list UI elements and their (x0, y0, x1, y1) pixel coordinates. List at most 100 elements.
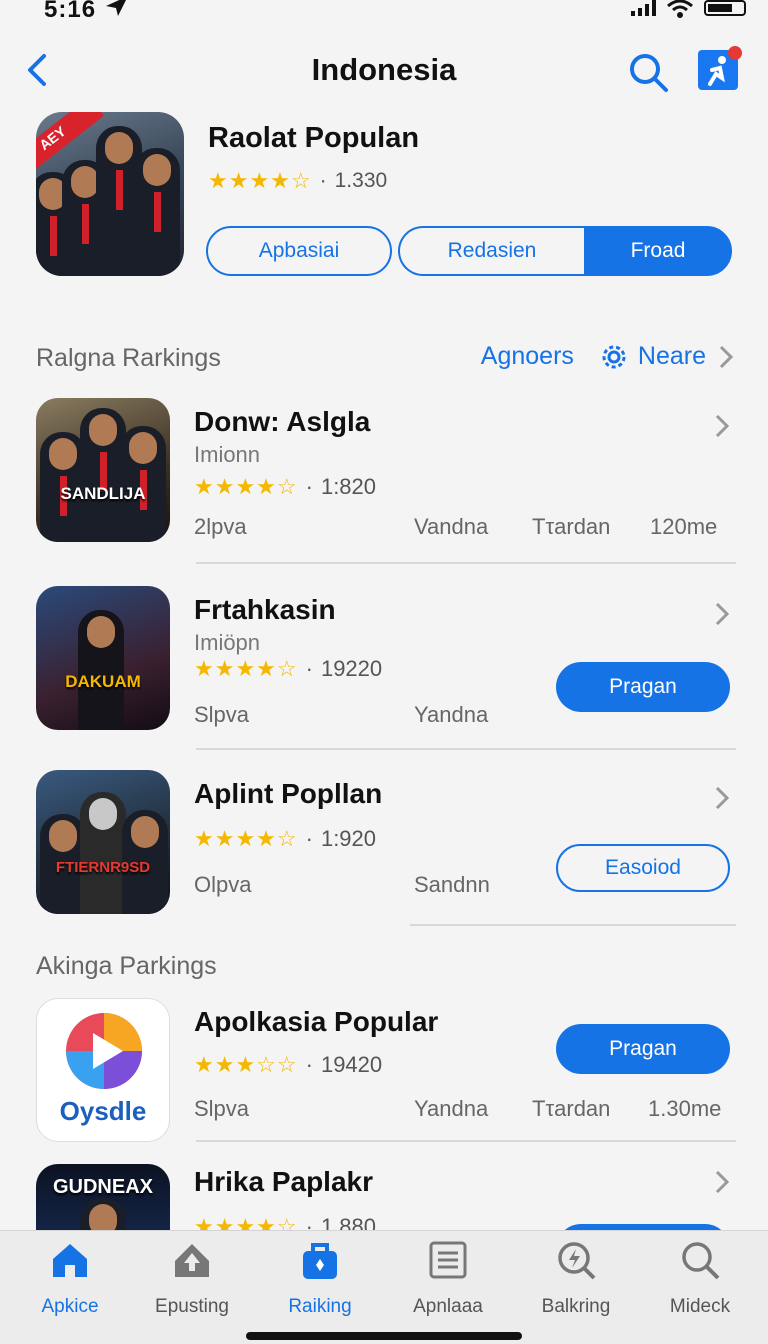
battery-icon (704, 0, 746, 16)
app-icon: GUDNEAX (36, 1164, 170, 1230)
status-icons (631, 0, 746, 18)
section-title: Akinga Parkings (36, 952, 217, 980)
app-rating: ★★★★☆ · 19220 (194, 656, 382, 682)
bullet: · (305, 656, 313, 681)
star-rating: ★★★☆☆ (194, 1052, 298, 1077)
app-row[interactable]: SANDLIJA Donw: Aslgla Imionn ★★★★☆ · 1:820… (36, 398, 736, 558)
tab-label: Apnlaaa (413, 1296, 483, 1317)
rating-count: 1.330 (334, 169, 388, 192)
app-title: Frtahkasin (194, 594, 336, 625)
meta-3: Tτardan (532, 1096, 611, 1121)
divider (196, 562, 736, 564)
home-icon (53, 1244, 87, 1277)
section-link-1[interactable]: Agnoers (481, 342, 574, 371)
tab-search[interactable]: Mideck (636, 1239, 764, 1329)
tab-label: Raiking (288, 1296, 352, 1317)
app-subtitle: Imionn (194, 442, 261, 467)
app-row[interactable]: DAKUAM Frtahkasin Imiöpn ★★★★☆ · 19220 Slp… (36, 586, 736, 746)
icon-caption: FTIERNR9SD (55, 859, 151, 876)
home-indicator (246, 1332, 522, 1340)
segmented-control: Apbasiai Redasien Froad (206, 226, 732, 276)
get-button[interactable]: Pragan (556, 662, 730, 712)
search-icon (682, 1242, 720, 1280)
app-icon: FTIERNR9SD (36, 770, 170, 914)
chevron-right-icon[interactable] (712, 1168, 732, 1196)
bullet: · (305, 1052, 313, 1077)
app-icon: SANDLIJA (36, 398, 170, 542)
tab-apps[interactable]: Apnlaaa (384, 1239, 512, 1329)
chevron-right-icon[interactable] (712, 784, 732, 812)
notification-dot (728, 46, 742, 60)
icon-figure (80, 792, 126, 914)
rating-count: 1:820 (320, 474, 377, 499)
section-actions: Agnoers Neare (481, 342, 736, 371)
bullet: · (305, 826, 313, 851)
tab-booking[interactable]: Balkring (512, 1239, 640, 1329)
star-rating: ★★★★☆ (194, 656, 298, 681)
gear-icon[interactable] (600, 343, 628, 371)
bag-icon (303, 1243, 337, 1279)
section-header: Ralgna Rarkings Agnoers Neare (36, 340, 736, 380)
app-rating: ★★★★☆ · 1:920 (194, 826, 376, 852)
section-header: Akinga Parkings (36, 948, 736, 988)
tab-home[interactable]: Apkice (6, 1239, 134, 1329)
app-subtitle: Imiöpn (194, 630, 261, 655)
chevron-right-icon[interactable] (712, 412, 732, 440)
location-arrow-icon (106, 0, 126, 16)
rating-count: 1.880 (320, 1214, 377, 1230)
icon-caption: SANDLIJA (60, 484, 146, 503)
search-button[interactable] (626, 50, 670, 94)
open-button[interactable]: Easoiod (556, 844, 730, 892)
icon-caption: GUDNEAX (52, 1176, 153, 1198)
app-title: Apolkasia Popular (194, 1006, 439, 1037)
tab-upload[interactable]: Epusting (128, 1239, 256, 1329)
profile-button[interactable] (698, 46, 742, 90)
status-time: 5:16 (44, 0, 97, 23)
meta-1: Slpva (194, 702, 250, 727)
divider (196, 748, 736, 750)
get-button[interactable]: Pragan (556, 1024, 730, 1074)
star-rating: ★★★★☆ (194, 474, 298, 499)
featured-app-icon: AEY (36, 112, 184, 276)
app-icon: Oysdle (36, 998, 170, 1142)
signal-icon (631, 0, 656, 16)
tab-label: Apkice (41, 1296, 99, 1317)
segment-tab-2[interactable]: Redasien (398, 226, 584, 276)
meta-4: 1.30me (648, 1096, 722, 1121)
app-row[interactable]: Oysdle Apolkasia Popular ★★★☆☆ · 19420 Slp… (36, 998, 736, 1158)
bullet: · (305, 474, 313, 499)
featured-app[interactable]: AEY Raolat Populan ★★★★☆ · 1.330 Apbasia… (36, 112, 736, 282)
meta-2: Yandna (414, 1096, 489, 1121)
icon-figure (78, 610, 124, 730)
tab-bar: Apkice Epusting Raiking Apnlaaa Balkring… (0, 1230, 768, 1344)
meta-2: Yandna (414, 702, 489, 727)
meta-1: 2lpva (194, 514, 247, 539)
segment-tab-3[interactable]: Froad (584, 226, 732, 276)
star-rating: ★★★★☆ (194, 826, 298, 851)
section-link-2[interactable]: Neare (638, 342, 706, 371)
app-title: Aplint Popllan (194, 778, 383, 809)
upload-icon (175, 1244, 209, 1277)
tab-ranking[interactable]: Raiking (256, 1239, 384, 1329)
star-rating: ★★★★☆ (208, 168, 312, 193)
meta-2: Vandna (414, 514, 489, 539)
segment-tab-1[interactable]: Apbasiai (206, 226, 392, 276)
status-bar: 5:16 (0, 0, 768, 30)
icon-figure (134, 148, 180, 276)
nav-bar: Indonesia (0, 40, 768, 100)
meta-1: Slpva (194, 1096, 250, 1121)
rating-count: 19420 (320, 1052, 383, 1077)
app-row[interactable]: GUDNEAX Hrika Paplakr ★★★★☆ · 1.880 (36, 1164, 736, 1230)
chevron-right-icon[interactable] (712, 600, 732, 628)
meta-2: Sandnn (414, 872, 490, 897)
rating-count: 19220 (320, 656, 383, 681)
app-row[interactable]: FTIERNR9SD Aplint Popllan ★★★★☆ · 1:920 Ol… (36, 770, 736, 930)
chevron-right-icon[interactable] (716, 343, 736, 371)
list-icon (429, 1241, 467, 1279)
divider (196, 1140, 736, 1142)
app-icon: DAKUAM (36, 586, 170, 730)
featured-app-title: Raolat Populan (208, 122, 420, 154)
tab-label: Mideck (669, 1296, 731, 1317)
bullet: · (305, 1214, 313, 1230)
magnify-bolt-icon (558, 1242, 596, 1280)
